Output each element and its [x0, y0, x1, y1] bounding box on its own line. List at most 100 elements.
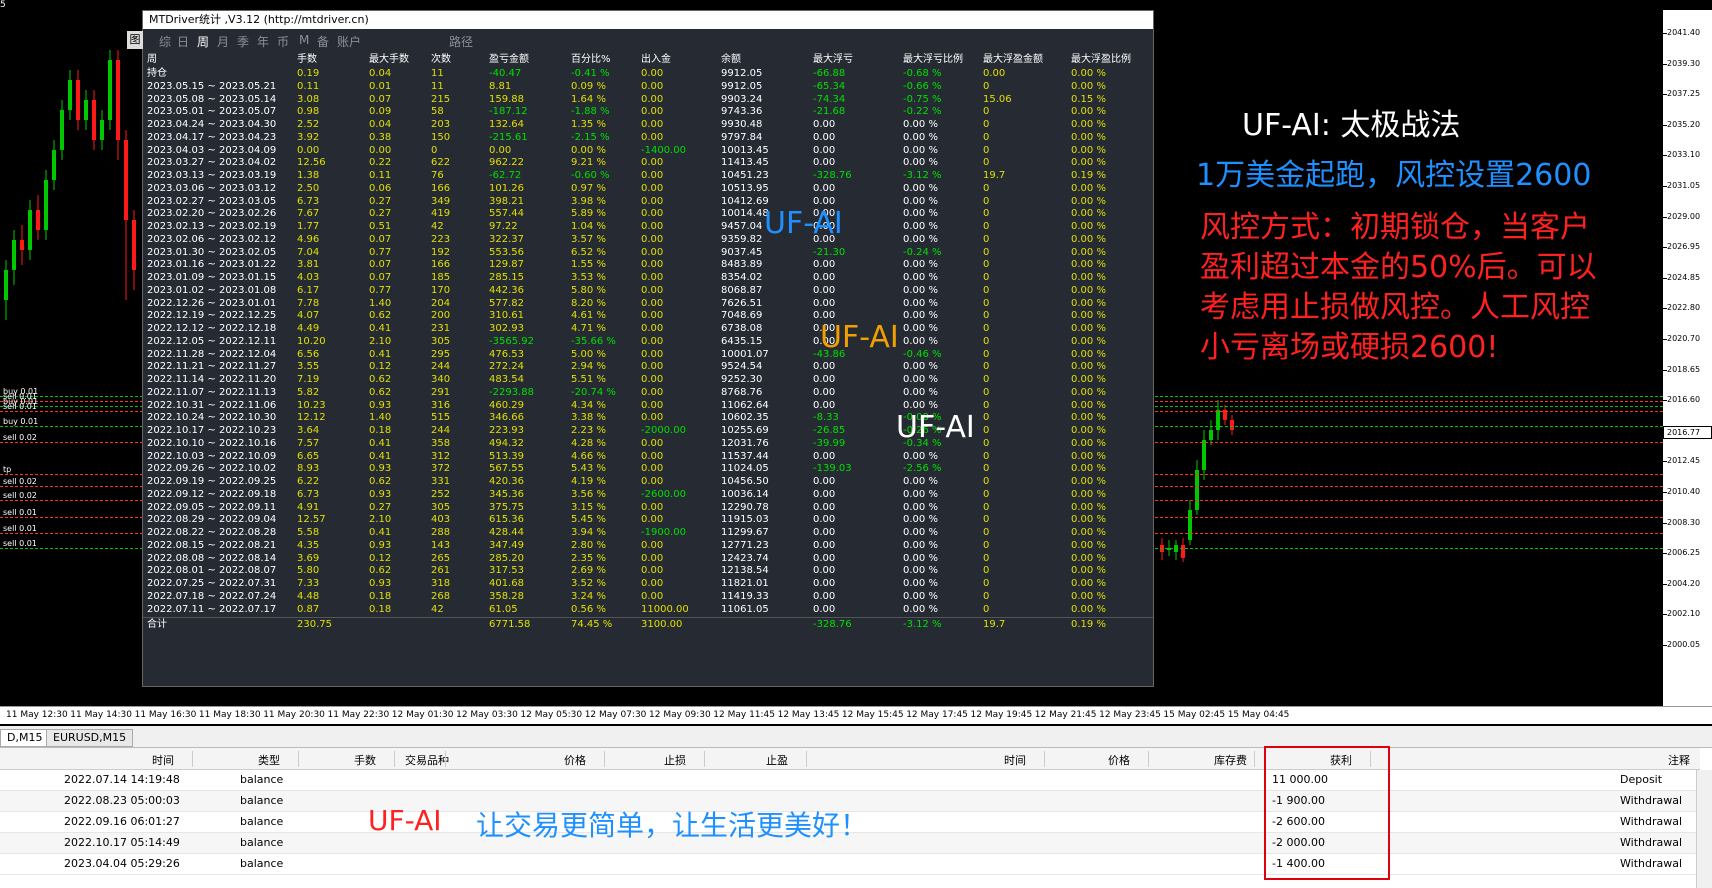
- candle: [36, 210, 40, 230]
- time-label: 12 May 15:45: [841, 710, 904, 720]
- time-label: 11 May 12:30: [6, 710, 68, 720]
- table-header-cell: 百分比%: [571, 54, 611, 65]
- panel-tab[interactable]: 账户: [337, 33, 361, 50]
- overlay-risk-line: 小亏离场或硬损2600!: [1200, 330, 1499, 365]
- table-row: 2022.07.11 ~ 2022.07.17 0.87 0.18 42 61.05 0.…: [143, 603, 1153, 617]
- tab-eurusd[interactable]: EURUSD,M15: [46, 729, 134, 747]
- overlay-risk-line: 盈利超过本金的50%后。可以: [1200, 250, 1597, 285]
- candle: [108, 60, 112, 120]
- history-header-cell: 止损: [664, 754, 686, 767]
- candle: [60, 110, 64, 150]
- table-header-cell: 最大浮盈金额: [983, 54, 1043, 65]
- time-label: 11 May 14:30: [70, 710, 133, 720]
- overlay-risk-line: 风控方式：初期锁仓，当客户: [1200, 210, 1590, 245]
- history-header: 时间 类型 手数 交易品种 价格 止损 止盈 时间 价格 库存费 获利 注释: [0, 748, 1700, 770]
- candle: [1181, 545, 1185, 558]
- panel-tab[interactable]: 路径: [449, 33, 473, 50]
- stats-panel[interactable]: MTDriver统计 ,V3.12 (http://mtdriver.cn) 图…: [127, 10, 1154, 687]
- time-label: 12 May 23:45: [1099, 710, 1161, 720]
- table-cell: 0.00 %: [1071, 603, 1106, 615]
- current-price-label: 2016.77: [1663, 426, 1712, 439]
- price-label: 2033.10: [1667, 150, 1701, 160]
- panel-tab[interactable]: 周: [197, 33, 209, 50]
- summary-cell: 合计: [147, 619, 167, 631]
- time-label: 12 May 17:45: [906, 710, 968, 720]
- panel-tab[interactable]: 综: [159, 33, 171, 50]
- overlay-title: UF-AI: 太极战法: [1242, 108, 1461, 143]
- history-header-sep: [806, 751, 807, 767]
- table-header-cell: 周: [147, 54, 157, 65]
- time-label: 15 May 04:45: [1227, 710, 1290, 720]
- price-label: 2029.00: [1667, 211, 1701, 221]
- price-label: 2039.30: [1667, 58, 1701, 68]
- price-label: 2010.40: [1667, 487, 1701, 496]
- history-cell: balance: [240, 857, 284, 870]
- tab-xauusd[interactable]: D,M15: [0, 729, 50, 747]
- price-label: 2037.25: [1667, 89, 1701, 99]
- candle: [1230, 420, 1234, 430]
- table-header-cell: 最大手数: [369, 54, 409, 65]
- time-label: 11 May 18:30: [198, 710, 261, 720]
- candle: [1202, 440, 1206, 470]
- history-header-cell: 止盈: [766, 754, 788, 767]
- history-cell: Withdrawal: [1620, 815, 1683, 828]
- history-scrollbar[interactable]: [1696, 770, 1712, 888]
- table-cell: 2022.07.11 ~ 2022.07.17: [147, 603, 277, 615]
- table-cell: 0.00 %: [903, 603, 938, 615]
- table-header-cell: 最大浮亏比例: [903, 54, 963, 65]
- history-cell: Withdrawal: [1620, 836, 1683, 849]
- table-header-cell: 余额: [721, 54, 741, 65]
- history-header-cell: 手数: [354, 754, 376, 767]
- history-header-sep: [1044, 751, 1045, 767]
- price-label: 2020.70: [1667, 334, 1701, 343]
- candle: [116, 60, 120, 140]
- history-row[interactable]: 2023.04.04 05:29:26 balance -1 400.00 Withd…: [0, 854, 1700, 875]
- order-label: sell 0.01: [3, 539, 37, 548]
- candle: [132, 220, 136, 270]
- summary-cell: 6771.58: [489, 619, 531, 631]
- table-header-cell: 出入金: [641, 54, 671, 65]
- candle: [76, 80, 80, 120]
- history-header-cell: 时间: [152, 754, 174, 767]
- time-label: 11 May 20:30: [263, 710, 325, 720]
- table-summary-row: 合计 230.75 6771.58 74.45 % 3100.00 -328.76 -3.1…: [143, 617, 1153, 631]
- history-cell: Deposit: [1620, 773, 1663, 786]
- panel-tab[interactable]: 季: [237, 33, 249, 50]
- history-header-sep: [1254, 751, 1255, 767]
- table-cell: 11000.00: [641, 603, 689, 615]
- time-label: 12 May 07:30: [584, 710, 647, 720]
- history-cell: balance: [240, 836, 284, 849]
- panel-tab[interactable]: 日: [177, 33, 189, 50]
- panel-side-tab[interactable]: 图: [127, 31, 143, 49]
- time-label: 12 May 13:45: [777, 710, 840, 720]
- panel-tab[interactable]: 年: [257, 33, 269, 50]
- history-header-cell: 价格: [1108, 754, 1130, 767]
- panel-tab[interactable]: M: [299, 33, 309, 47]
- time-label: 12 May 03:30: [456, 710, 518, 720]
- candle: [1209, 430, 1213, 440]
- watermark-2: UF-AI: [820, 320, 899, 355]
- order-label: sell 0.02: [3, 477, 37, 486]
- summary-cell: 230.75: [297, 619, 332, 631]
- panel-tab[interactable]: 币: [277, 33, 289, 50]
- price-label: 2002.10: [1667, 609, 1701, 619]
- history-cell: balance: [240, 794, 284, 807]
- history-row[interactable]: 2022.07.14 14:19:48 balance 11 000.00 Depos…: [0, 770, 1700, 791]
- panel-tab[interactable]: 月: [217, 33, 229, 50]
- price-label: 2000.05: [1667, 640, 1701, 649]
- candle: [1195, 470, 1199, 510]
- table-cell: 42: [431, 603, 444, 615]
- order-label: buy 0.01: [3, 417, 39, 426]
- history-header-sep: [394, 751, 395, 767]
- panel-tab[interactable]: 备: [317, 33, 329, 50]
- table-cell: 0: [983, 603, 990, 615]
- time-axis: 11 May 12:30 11 May 14:30 11 May 16:30 11 M…: [0, 706, 1712, 724]
- summary-cell: 19.7: [983, 619, 1006, 631]
- price-axis: 2041.40 2039.30 2037.25 2035.20 2033.10 2031.…: [1663, 10, 1712, 706]
- history-cell: 2023.04.04 05:29:26: [64, 857, 180, 870]
- table-header-cell: 次数: [431, 54, 451, 65]
- panel-title: MTDriver统计 ,V3.12 (http://mtdriver.cn): [143, 11, 1153, 29]
- order-label: tp: [3, 465, 12, 474]
- candle: [124, 140, 128, 220]
- candle: [1188, 510, 1192, 540]
